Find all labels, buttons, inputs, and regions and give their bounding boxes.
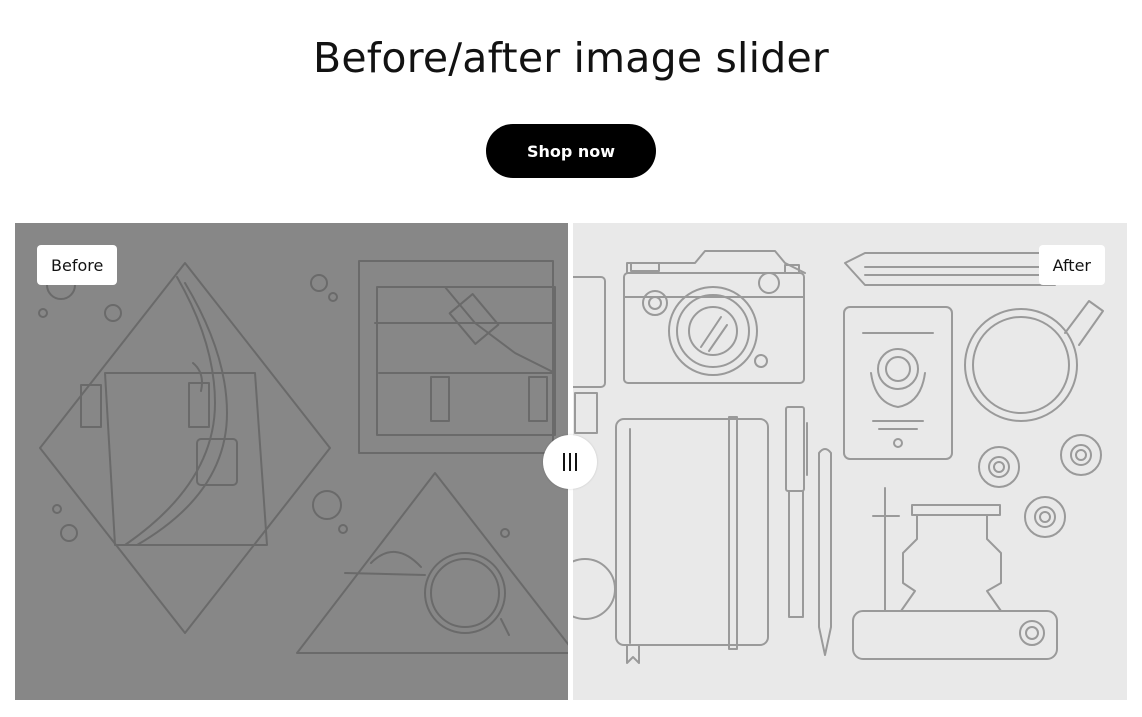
grip-lines-icon [562,452,578,472]
lens-camera-illustration [852,487,1058,660]
before-after-slider[interactable]: Before After [15,223,1127,700]
pencil-vertical-illustration [818,448,832,656]
handbag-illustration [38,262,331,634]
tape-illustration [978,434,1102,538]
before-image: Before [15,223,568,700]
passport-illustration [843,306,953,460]
after-label: After [1038,245,1105,285]
pen-illustration [785,406,808,618]
glasses-illustration [296,472,568,654]
slider-handle[interactable] [543,435,597,489]
notebook-illustration [615,416,769,664]
before-label: Before [37,245,118,285]
camera-illustration [623,250,806,384]
pencil-illustration [844,252,1056,286]
shop-now-button[interactable]: Shop now [486,124,656,178]
satchel-illustration [310,260,556,534]
cup-illustration [964,300,1104,422]
page-title: Before/after image slider [313,34,829,82]
